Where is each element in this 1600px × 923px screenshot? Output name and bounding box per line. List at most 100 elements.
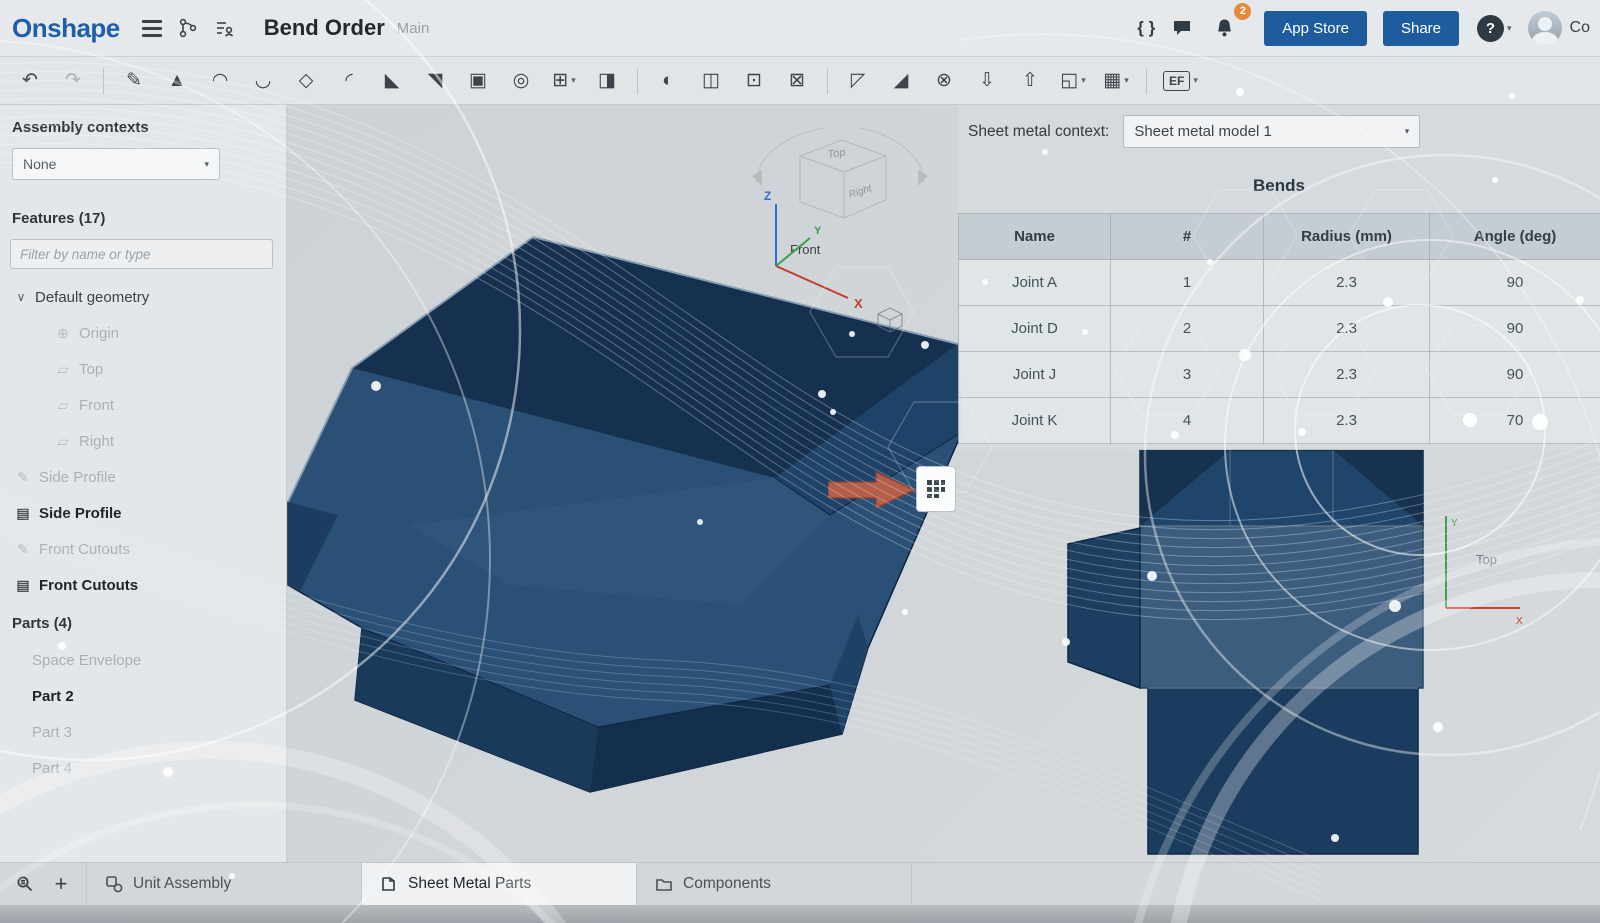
feature-item-top-plane[interactable]: ▱ Top [0, 351, 286, 387]
draft-button[interactable]: ◥ [415, 63, 455, 99]
feature-filter-input[interactable] [10, 239, 273, 269]
app-store-button[interactable]: App Store [1264, 11, 1367, 46]
chamfer-icon: ◣ [385, 69, 400, 92]
sweep-button[interactable]: ◡ [243, 63, 283, 99]
linear-pattern-button[interactable]: ⊞▾ [544, 63, 584, 99]
workspace-name[interactable]: Main [397, 20, 430, 37]
table-row[interactable]: Joint K 4 2.3 70 [959, 398, 1600, 444]
cell-radius[interactable]: 2.3 [1264, 260, 1430, 306]
split-button[interactable]: ◫ [691, 63, 731, 99]
tab-sheet-metal-parts[interactable]: Sheet Metal Parts [362, 863, 637, 905]
cell-name[interactable]: Joint D [959, 306, 1111, 352]
fillet-icon: ◜ [345, 69, 352, 92]
publish-button[interactable]: ⇧ [1010, 63, 1050, 99]
flat-pattern-toggle-button[interactable] [916, 466, 956, 512]
search-tabs-button[interactable] [8, 867, 42, 901]
cell-order[interactable]: 4 [1111, 398, 1264, 444]
transform-button[interactable]: ⊡ [734, 63, 774, 99]
delete-face-button[interactable]: ⊠ [777, 63, 817, 99]
chevron-down-icon: ▾ [1081, 75, 1086, 86]
cell-name[interactable]: Joint K [959, 398, 1111, 444]
finish-sheet-metal-button[interactable]: ⊗ [924, 63, 964, 99]
tab-unit-assembly[interactable]: Unit Assembly [87, 863, 362, 905]
cell-radius[interactable]: 2.3 [1264, 398, 1430, 444]
cell-order[interactable]: 3 [1111, 352, 1264, 398]
assembly-context-select[interactable]: None ▾ [12, 148, 220, 180]
cell-angle[interactable]: 90 [1430, 352, 1600, 398]
cell-order[interactable]: 1 [1111, 260, 1264, 306]
part-item-space-envelope[interactable]: Space Envelope [0, 642, 286, 678]
boolean-button[interactable]: ◐ [648, 63, 688, 99]
origin-icon: ⊕ [54, 325, 72, 342]
boolean-icon: ◐ [662, 70, 673, 92]
corner-break-button[interactable]: ◢ [881, 63, 921, 99]
tab-components[interactable]: Components [637, 863, 912, 905]
feature-item-right-plane[interactable]: ▱ Right [0, 423, 286, 459]
bend-table-button[interactable]: ▦▾ [1096, 63, 1136, 99]
notifications-button[interactable]: 2 [1206, 10, 1242, 46]
export-flat-button[interactable]: ⇩ [967, 63, 1007, 99]
onshape-logo[interactable]: Onshape [12, 13, 120, 44]
hole-button[interactable]: ◎ [501, 63, 541, 99]
chamfer-button[interactable]: ◣ [372, 63, 412, 99]
cell-angle[interactable]: 90 [1430, 306, 1600, 352]
flange-button[interactable]: ◸ [838, 63, 878, 99]
z-axis-label: Z [764, 189, 771, 203]
revolve-button[interactable]: ◠ [200, 63, 240, 99]
mirror-button[interactable]: ◨ [587, 63, 627, 99]
feature-item-side-profile-sketch[interactable]: ✎ Side Profile [0, 459, 286, 495]
shell-button[interactable]: ▣ [458, 63, 498, 99]
cell-angle[interactable]: 70 [1430, 398, 1600, 444]
undo-button[interactable]: ↶ [10, 63, 50, 99]
bends-header-row: Name # Radius (mm) Angle (deg) [959, 214, 1600, 260]
sheet-metal-context-select[interactable]: Sheet metal model 1 ▾ [1123, 115, 1420, 148]
comments-button[interactable] [1164, 10, 1200, 46]
loft-icon: ◇ [299, 69, 314, 92]
extrude-button[interactable]: ▲ [157, 63, 197, 99]
part-item-part-4[interactable]: Part 4 [0, 750, 286, 786]
feature-tree: ∨ Default geometry ⊕ Origin ▱ Top ▱ Fron… [0, 279, 286, 603]
cell-angle[interactable]: 90 [1430, 260, 1600, 306]
search-icon [15, 874, 35, 894]
hamburger-icon [142, 20, 162, 37]
feature-item-front-cutouts-sketch[interactable]: ✎ Front Cutouts [0, 531, 286, 567]
main-menu-button[interactable] [134, 10, 170, 46]
part-studio-icon [380, 875, 398, 893]
feature-item-side-profile[interactable]: ▤ Side Profile [0, 495, 286, 531]
table-row[interactable]: Joint J 3 2.3 90 [959, 352, 1600, 398]
featurescript-button[interactable]: { } [1128, 10, 1164, 46]
x-axis-label: X [854, 296, 863, 311]
cell-order[interactable]: 2 [1111, 306, 1264, 352]
flat-pattern-view[interactable]: Top Y X [1048, 438, 1548, 868]
user-avatar[interactable] [1528, 11, 1562, 45]
share-button[interactable]: Share [1383, 11, 1459, 46]
column-angle: Angle (deg) [1430, 214, 1600, 260]
add-tab-button[interactable]: + [44, 867, 78, 901]
fillet-button[interactable]: ◜ [329, 63, 369, 99]
mirror-icon: ◨ [598, 69, 616, 92]
part-item-part-3[interactable]: Part 3 [0, 714, 286, 750]
feature-item-origin[interactable]: ⊕ Origin [0, 315, 286, 351]
cell-radius[interactable]: 2.3 [1264, 306, 1430, 352]
redo-button[interactable]: ↷ [53, 63, 93, 99]
feature-item-front-cutouts[interactable]: ▤ Front Cutouts [0, 567, 286, 603]
cell-radius[interactable]: 2.3 [1264, 352, 1430, 398]
feature-group-default-geometry[interactable]: ∨ Default geometry [0, 279, 286, 315]
table-row[interactable]: Joint D 2 2.3 90 [959, 306, 1600, 352]
insert-button[interactable]: ◱▾ [1053, 63, 1093, 99]
draft-icon: ◥ [428, 69, 443, 92]
cell-name[interactable]: Joint A [959, 260, 1111, 306]
table-row[interactable]: Joint A 1 2.3 90 [959, 260, 1600, 306]
loft-button[interactable]: ◇ [286, 63, 326, 99]
feature-item-front-plane[interactable]: ▱ Front [0, 387, 286, 423]
window-bottom-strip [0, 905, 1600, 923]
help-button[interactable]: ? [1477, 15, 1504, 42]
y-axis-label: Y [814, 225, 822, 237]
view-cube[interactable]: Top Right Front Z Y X [728, 118, 938, 343]
cell-name[interactable]: Joint J [959, 352, 1111, 398]
custom-feature-ef-button[interactable]: EF▾ [1157, 63, 1204, 99]
follow-mode-button[interactable] [206, 10, 242, 46]
sketch-button[interactable]: ✎ [114, 63, 154, 99]
versions-button[interactable] [170, 10, 206, 46]
part-item-part-2[interactable]: Part 2 [0, 678, 286, 714]
